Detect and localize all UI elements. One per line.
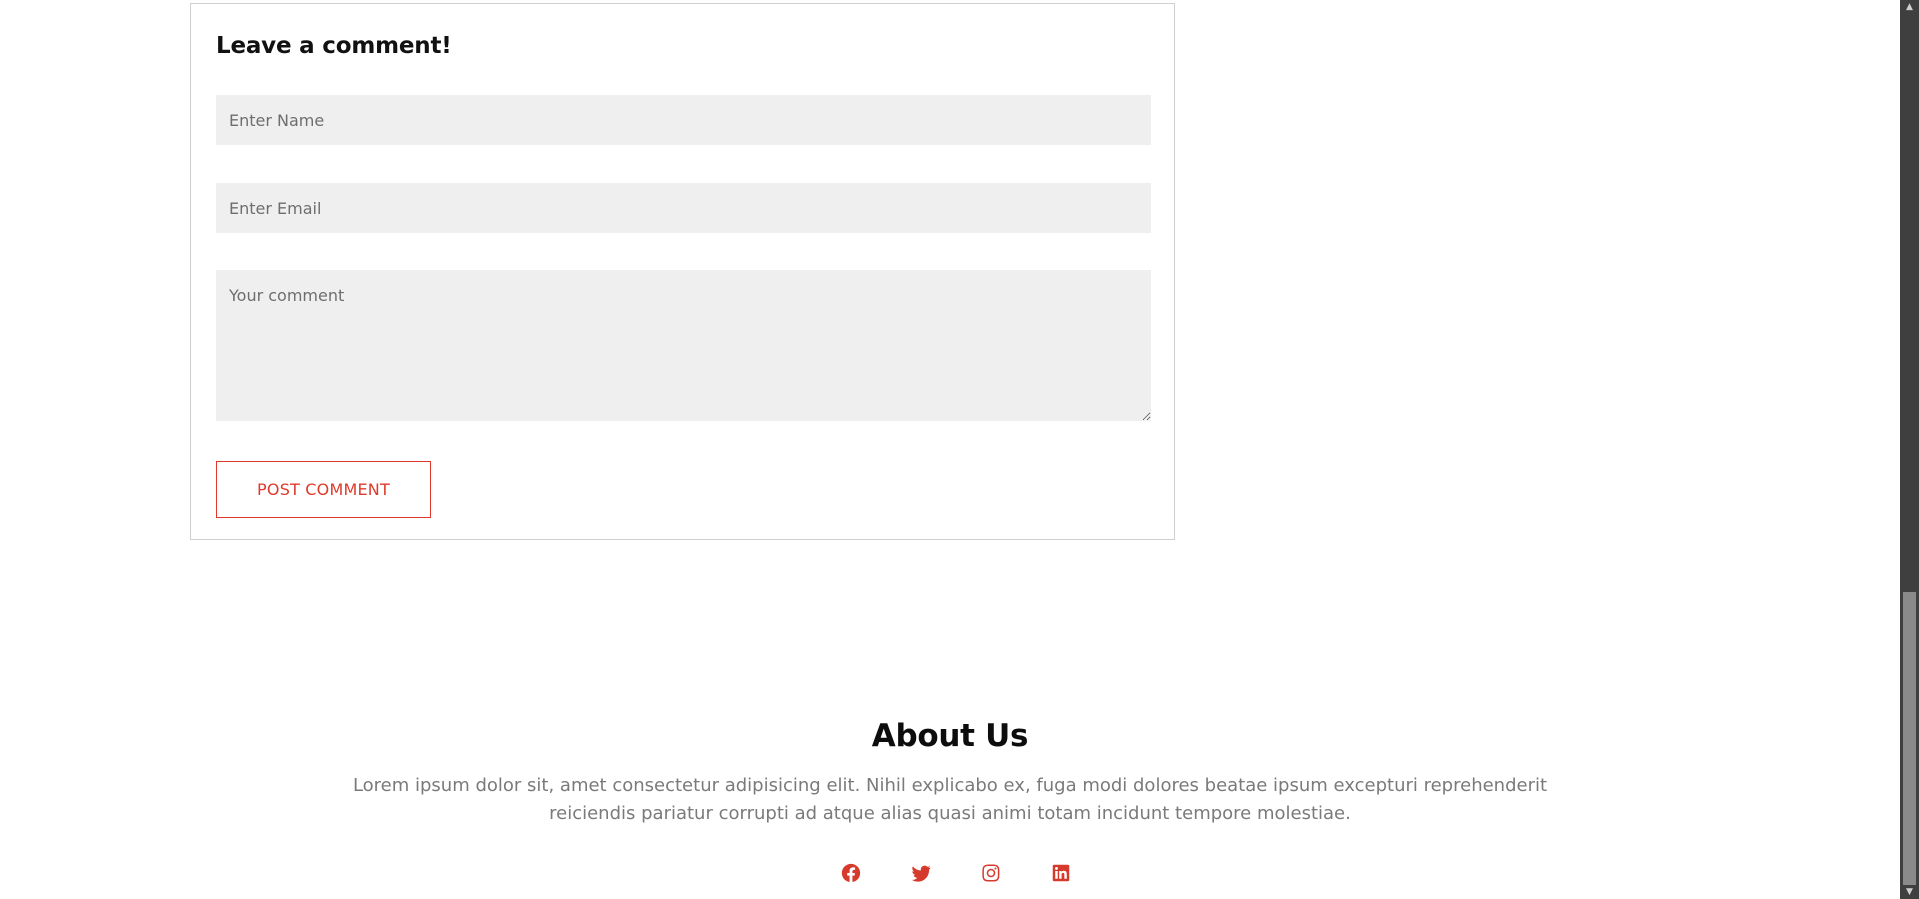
scrollbar-thumb[interactable]	[1903, 592, 1916, 885]
twitter-link[interactable]	[910, 862, 932, 884]
comment-form-title: Leave a comment!	[216, 33, 452, 59]
comment-form-card: Leave a comment! POST COMMENT	[190, 3, 1175, 540]
comment-textarea[interactable]	[216, 270, 1151, 421]
instagram-icon	[982, 864, 1000, 882]
instagram-link[interactable]	[980, 862, 1002, 884]
linkedin-link[interactable]	[1050, 862, 1072, 884]
about-title: About Us	[871, 718, 1029, 754]
linkedin-icon	[1052, 864, 1070, 882]
post-comment-button[interactable]: POST COMMENT	[216, 461, 431, 518]
scroll-up-arrow-icon[interactable]: ▲	[1900, 0, 1919, 14]
facebook-link[interactable]	[840, 862, 862, 884]
facebook-icon	[841, 863, 861, 883]
email-input[interactable]	[216, 183, 1151, 233]
name-input[interactable]	[216, 95, 1151, 145]
page: Leave a comment! POST COMMENT About Us L…	[0, 0, 1919, 899]
social-links	[0, 862, 1900, 884]
about-text: Lorem ipsum dolor sit, amet consectetur …	[352, 775, 1548, 824]
twitter-icon	[911, 865, 931, 882]
vertical-scrollbar[interactable]: ▲ ▼	[1900, 0, 1919, 899]
scroll-down-arrow-icon[interactable]: ▼	[1900, 885, 1919, 899]
about-section: About Us Lorem ipsum dolor sit, amet con…	[0, 718, 1900, 828]
